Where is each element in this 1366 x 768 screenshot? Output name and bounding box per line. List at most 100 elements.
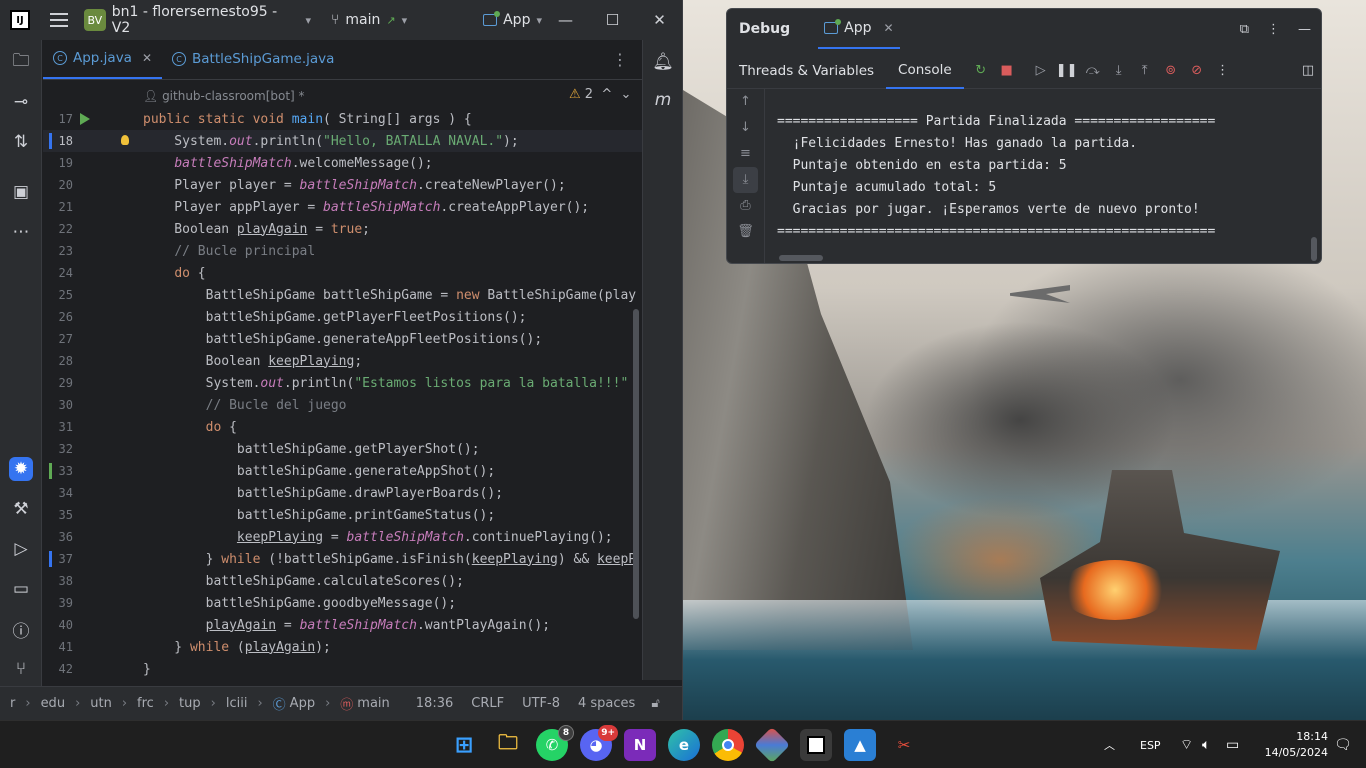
line-number[interactable]: 28 [43, 354, 73, 368]
language-indicator[interactable]: ESP [1140, 721, 1161, 768]
code-line[interactable]: 39 battleShipGame.goodbyeMessage(); [43, 592, 642, 614]
intellij-logo-icon[interactable]: IJ [10, 10, 30, 30]
project-folder-icon[interactable]: 🗀 [9, 50, 33, 74]
lightbulb-icon[interactable] [121, 135, 129, 145]
tab-app-java[interactable]: C App.java ✕ [43, 39, 163, 79]
breadcrumb-item[interactable]: edu [41, 696, 66, 711]
mute-breakpoints-icon[interactable]: ⊘ [1188, 62, 1206, 80]
code-line[interactable]: 30 // Bucle del juego [43, 394, 642, 416]
code-line[interactable]: 28 Boolean keepPlaying; [43, 350, 642, 372]
code-line[interactable]: 24 do { [43, 262, 642, 284]
branch-widget[interactable]: ⑂ main ↗ ▾ [331, 12, 407, 28]
code-line[interactable]: 27 battleShipGame.generateAppFleetPositi… [43, 328, 642, 350]
lock-icon[interactable]: 🔓︎ [651, 696, 659, 711]
code-line[interactable]: 41 } while (playAgain); [43, 636, 642, 658]
editor-scrollbar[interactable] [633, 309, 639, 619]
whatsapp-icon[interactable]: ✆ 8 [536, 725, 574, 761]
gitkraken-icon[interactable] [753, 726, 791, 764]
code-line[interactable]: 38 battleShipGame.calculateScores(); [43, 570, 642, 592]
step-out-icon[interactable]: ⤒ [1136, 62, 1154, 80]
line-number[interactable]: 17 [43, 112, 73, 126]
terminal-icon[interactable]: ▭ [9, 577, 33, 601]
close-icon[interactable]: ✕ [884, 21, 894, 35]
stop-icon[interactable]: ■ [998, 62, 1016, 80]
console-horizontal-scrollbar[interactable] [779, 255, 823, 261]
code-line[interactable]: 33 battleShipGame.generateAppShot(); [43, 460, 642, 482]
line-number[interactable]: 26 [43, 310, 73, 324]
pull-requests-icon[interactable]: ⇅ [9, 130, 33, 154]
breadcrumb-item[interactable]: main [357, 696, 389, 711]
git-icon[interactable]: ⑂ [9, 657, 33, 681]
edge-icon[interactable]: e [668, 729, 700, 761]
author-hint[interactable]: 👤︎ github-classroom[bot] * [143, 89, 305, 103]
project-name[interactable]: bn1 - florersernesto95 - V2 [112, 4, 300, 36]
rerun-icon[interactable]: ↻ [972, 62, 990, 80]
structure-icon[interactable]: ▣ [9, 180, 33, 204]
file-explorer-icon[interactable]: 🗀 [492, 729, 524, 761]
layout-icon[interactable]: ◫ [1299, 62, 1317, 80]
line-number[interactable]: 25 [43, 288, 73, 302]
line-number[interactable]: 39 [43, 596, 73, 610]
close-icon[interactable]: ✕ [142, 51, 152, 65]
code-line[interactable]: 25 BattleShipGame battleShipGame = new B… [43, 284, 642, 306]
line-number[interactable]: 36 [43, 530, 73, 544]
code-line[interactable]: 42} [43, 658, 642, 680]
line-number[interactable]: 21 [43, 200, 73, 214]
debug-session-tab[interactable]: App ✕ [818, 9, 900, 49]
code-line[interactable]: 26 battleShipGame.getPlayerFleetPosition… [43, 306, 642, 328]
view-breakpoints-icon[interactable]: ⊚ [1162, 62, 1180, 80]
intellij-taskbar-icon[interactable] [800, 729, 832, 761]
system-clock[interactable]: 18:14 14/05/2024 [1256, 729, 1328, 761]
line-number[interactable]: 30 [43, 398, 73, 412]
line-number[interactable]: 32 [43, 442, 73, 456]
tab-console[interactable]: Console [886, 53, 964, 89]
line-number[interactable]: 37 [43, 552, 73, 566]
close-icon[interactable]: ✕ [636, 11, 682, 29]
code-line[interactable]: 34 battleShipGame.drawPlayerBoards(); [43, 482, 642, 504]
notifications-icon[interactable]: 🔔︎ [651, 50, 675, 74]
run-gutter-icon[interactable] [80, 113, 90, 125]
float-window-icon[interactable]: ⧉ [1240, 22, 1249, 37]
line-number[interactable]: 18 [43, 134, 73, 148]
hide-icon[interactable]: — [1298, 22, 1311, 37]
line-number[interactable]: 24 [43, 266, 73, 280]
line-number[interactable]: 23 [43, 244, 73, 258]
services-icon[interactable]: ▷ [9, 537, 33, 561]
up-arrow-icon[interactable]: ↑ [727, 89, 764, 115]
options-icon[interactable]: ⋮ [1267, 22, 1280, 37]
snipping-tool-icon[interactable]: ✂ [888, 729, 920, 761]
code-line[interactable]: 22 Boolean playAgain = true; [43, 218, 642, 240]
resume-icon[interactable]: ▷ [1032, 62, 1050, 80]
run-config-widget[interactable]: App ▾ [483, 11, 542, 28]
tab-threads-variables[interactable]: Threads & Variables [727, 53, 886, 89]
main-menu-icon[interactable] [49, 13, 68, 27]
breadcrumb-item[interactable]: frc [137, 696, 154, 711]
line-number[interactable]: 29 [43, 376, 73, 390]
code-line[interactable]: 21 Player appPlayer = battleShipMatch.cr… [43, 196, 642, 218]
minimize-icon[interactable]: — [542, 11, 589, 29]
breadcrumb-item[interactable]: r [10, 696, 15, 711]
line-number[interactable]: 41 [43, 640, 73, 654]
inspection-widget[interactable]: ⚠ 2 ^ ⌄ [569, 87, 631, 102]
code-editor[interactable]: 👤︎ github-classroom[bot] * ⚠ 2 ^ ⌄ 17 pub… [43, 81, 642, 685]
code-line[interactable]: 35 battleShipGame.printGameStatus(); [43, 504, 642, 526]
wifi-icon[interactable]: ⌔ [1180, 721, 1193, 768]
notification-center-icon[interactable]: 🗨︎ [1334, 721, 1352, 768]
commit-icon[interactable]: ⊸ [9, 90, 33, 114]
line-ending[interactable]: CRLF [471, 696, 504, 711]
breadcrumb-item[interactable]: lciii [226, 696, 248, 711]
soft-wrap-icon[interactable]: ≡ [727, 141, 764, 167]
debug-icon[interactable]: ✹ [9, 457, 33, 481]
line-number[interactable]: 34 [43, 486, 73, 500]
photos-icon[interactable]: ▲ [844, 729, 876, 761]
down-arrow-icon[interactable]: ↓ [727, 115, 764, 141]
code-line[interactable]: 37 } while (!battleShipGame.isFinish(kee… [43, 548, 642, 570]
code-line[interactable]: 36 keepPlaying = battleShipMatch.continu… [43, 526, 642, 548]
step-over-icon[interactable]: ⤼ [1084, 62, 1102, 80]
line-number[interactable]: 38 [43, 574, 73, 588]
discord-icon[interactable]: ◕ 9+ [580, 725, 618, 761]
maximize-icon[interactable]: ☐ [589, 11, 636, 29]
line-number[interactable]: 40 [43, 618, 73, 632]
code-line[interactable]: 31 do { [43, 416, 642, 438]
battery-icon[interactable]: ▭ [1226, 721, 1239, 768]
